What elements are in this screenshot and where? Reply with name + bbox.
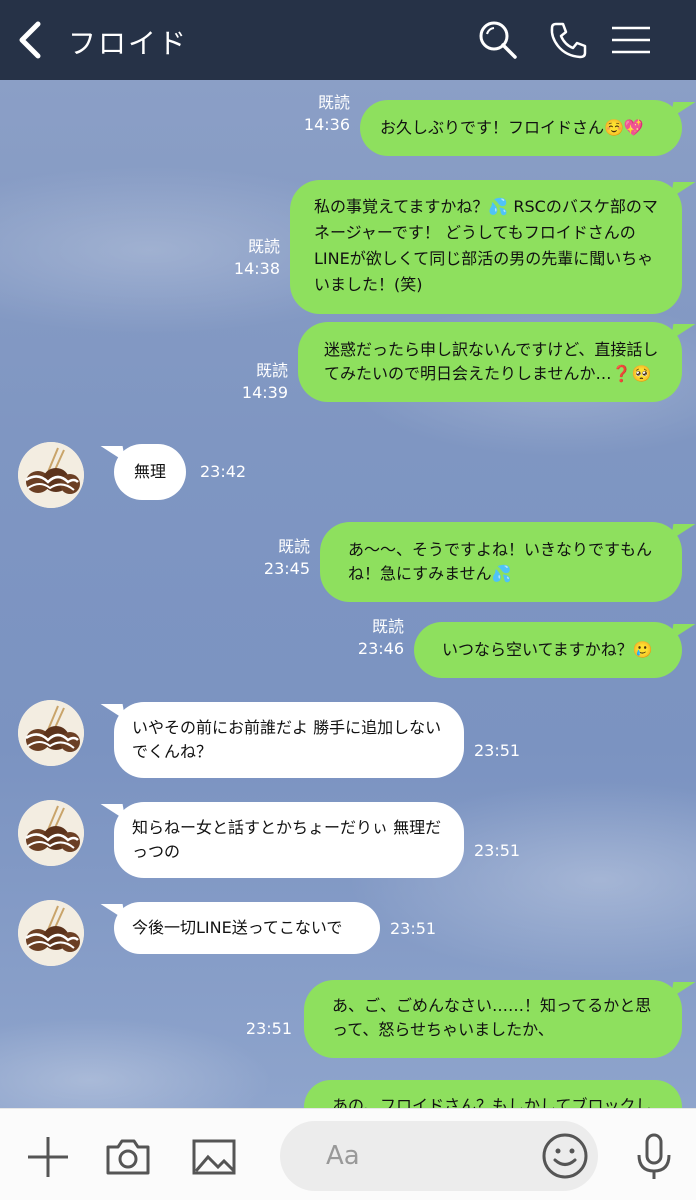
incoming-message: 今後一切LINE送ってこないで xyxy=(114,902,380,954)
message-meta: 既読 23:45 xyxy=(250,536,310,580)
outgoing-message: お久しぶりです！フロイドさん☺️💖 xyxy=(360,100,682,156)
mic-icon[interactable] xyxy=(630,1133,678,1181)
message-meta: 既読 14:38 xyxy=(220,236,280,280)
message-meta: 既読 14:39 xyxy=(228,360,288,404)
chat-header: フロイド xyxy=(0,0,696,80)
input-placeholder: Aa xyxy=(326,1141,360,1171)
outgoing-message: あの、フロイドさん？もしかしてブロックし xyxy=(304,1080,682,1108)
message-input-bar: Aa xyxy=(0,1108,696,1200)
avatar[interactable] xyxy=(18,900,84,966)
image-icon[interactable] xyxy=(190,1133,238,1181)
incoming-message: 知らねー女と話すとかちょーだりぃ 無理だっつの xyxy=(114,802,464,878)
read-receipt: 既読 xyxy=(371,617,404,636)
message-time: 23:51 xyxy=(474,841,521,860)
message-meta: 既読 23:46 xyxy=(344,616,404,660)
phone-icon[interactable] xyxy=(546,18,590,62)
read-receipt: 既読 xyxy=(277,537,310,556)
read-receipt: 既読 xyxy=(247,237,280,256)
outgoing-message: 私の事覚えてますかね？💦 RSCのバスケ部のマネージャーです！ どうしてもフロイ… xyxy=(290,180,682,314)
message-time: 23:51 xyxy=(474,741,521,760)
outgoing-message: いつなら空いてますかね？🥲 xyxy=(414,622,682,678)
read-receipt: 既読 xyxy=(317,93,350,112)
search-icon[interactable] xyxy=(476,18,520,62)
menu-icon[interactable] xyxy=(610,18,654,62)
smile-icon[interactable] xyxy=(540,1131,590,1181)
avatar[interactable] xyxy=(18,700,84,766)
plus-icon[interactable] xyxy=(24,1133,72,1181)
message-meta: 既読 14:36 xyxy=(290,92,350,136)
outgoing-message: あ〜〜、そうですよね！いきなりですもんね！急にすみません💦 xyxy=(320,522,682,602)
message-time: 23:51 xyxy=(390,919,437,938)
message-time: 23:45 xyxy=(263,559,310,578)
message-time: 23:42 xyxy=(200,462,247,481)
message-time: 23:46 xyxy=(357,639,404,658)
outgoing-message: あ、ご、ごめんなさい……！知ってるかと思って、怒らせちゃいましたか、 xyxy=(304,980,682,1058)
read-receipt: 既読 xyxy=(255,361,288,380)
incoming-message: 無理 xyxy=(114,444,187,500)
message-input[interactable]: Aa xyxy=(280,1121,598,1191)
incoming-message: いやその前にお前誰だよ 勝手に追加しないでくんね？ xyxy=(114,702,464,778)
back-icon[interactable] xyxy=(12,18,52,62)
camera-icon[interactable] xyxy=(104,1133,152,1181)
avatar[interactable] xyxy=(18,800,84,866)
message-time: 14:38 xyxy=(233,259,280,278)
message-time: 14:39 xyxy=(241,383,288,402)
message-time: 14:36 xyxy=(303,115,350,134)
message-time: 23:51 xyxy=(245,1019,292,1038)
chat-area[interactable]: 既読 14:36 お久しぶりです！フロイドさん☺️💖 既読 14:38 私の事覚… xyxy=(0,80,696,1108)
chat-title: フロイド xyxy=(68,27,189,60)
avatar[interactable] xyxy=(18,442,84,508)
outgoing-message: 迷惑だったら申し訳ないんですけど、直接話してみたいので明日会えたりしませんか…❓… xyxy=(298,322,682,402)
